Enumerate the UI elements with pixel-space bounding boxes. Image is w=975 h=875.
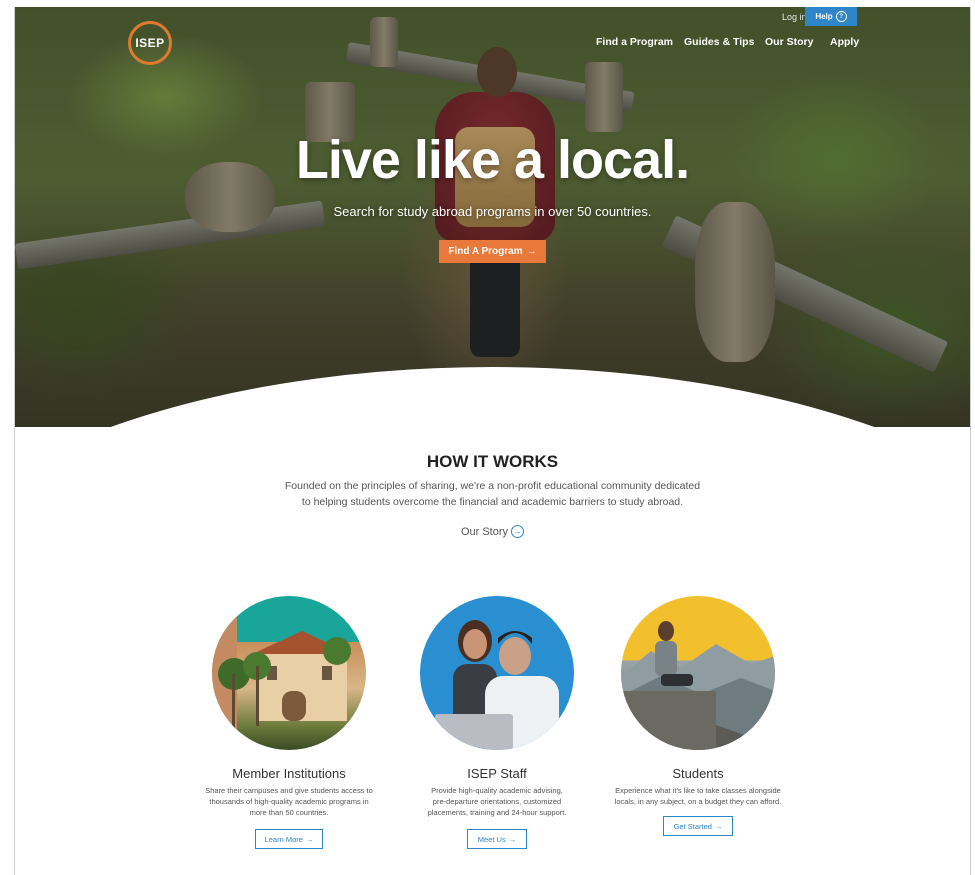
- card-description-line: Share their campuses and give students a…: [205, 786, 373, 795]
- nav-apply[interactable]: Apply: [830, 36, 859, 48]
- learn-more-label: Learn More: [264, 834, 303, 844]
- card-description-line: placements, training and 24-hour support…: [427, 808, 567, 817]
- meet-us-button[interactable]: Meet Us →: [467, 829, 527, 849]
- card-description-line: more than 50 countries.: [249, 808, 329, 817]
- nav-our-story[interactable]: Our Story: [765, 36, 813, 48]
- find-a-program-label: Find A Program: [448, 246, 523, 257]
- building-illustration: [212, 616, 352, 750]
- learn-more-button[interactable]: Learn More →: [255, 829, 323, 849]
- get-started-button[interactable]: Get Started →: [663, 816, 733, 836]
- meet-us-label: Meet Us: [477, 834, 506, 844]
- isep-logo[interactable]: ISEP: [128, 21, 172, 65]
- circle-arrow-icon: →: [511, 525, 525, 538]
- logo-text: ISEP: [135, 36, 165, 50]
- how-description-line: to helping students overcome the financi…: [301, 496, 684, 508]
- student-illustration: [621, 621, 775, 750]
- login-link[interactable]: Log in: [782, 12, 807, 22]
- arrow-right-icon: →: [714, 821, 723, 831]
- arrow-right-icon: →: [508, 834, 517, 844]
- staff-illustration: [435, 620, 559, 750]
- hero-title: Live like a local.: [295, 130, 690, 190]
- hero-subtitle: Search for study abroad programs in over…: [333, 204, 652, 219]
- get-started-label: Get Started: [673, 821, 712, 831]
- our-story-link[interactable]: Our Story →: [15, 525, 970, 538]
- nav-find-a-program[interactable]: Find a Program: [596, 36, 673, 48]
- card-title: Member Institutions: [232, 766, 346, 781]
- arrow-right-icon: →: [526, 246, 537, 257]
- help-label: Help: [815, 12, 833, 21]
- find-a-program-button[interactable]: Find A Program →: [439, 240, 546, 263]
- card-title: ISEP Staff: [467, 766, 527, 781]
- how-it-works-title: HOW IT WORKS: [426, 452, 559, 471]
- card-description-line: locals, in any subject, on a budget they…: [614, 797, 782, 806]
- card-description: Share their campuses and give students a…: [189, 785, 389, 818]
- our-story-label: Our Story: [460, 525, 509, 538]
- help-button[interactable]: Help ?: [805, 7, 857, 26]
- card-title: Students: [672, 766, 724, 781]
- card-description-line: Provide high-quality academic advising,: [431, 786, 563, 795]
- students-image: [621, 596, 775, 750]
- card-description-line: thousands of high-quality academic progr…: [209, 797, 369, 806]
- how-description-line: Founded on the principles of sharing, we…: [284, 480, 701, 492]
- page: ISEP Log in Help ? Find a Program Guides…: [14, 7, 971, 875]
- member-institutions-image: [212, 596, 366, 750]
- arrow-right-icon: →: [305, 834, 314, 844]
- nav-guides-tips[interactable]: Guides & Tips: [684, 36, 754, 48]
- how-it-works-description: Founded on the principles of sharing, we…: [245, 478, 740, 510]
- card-description: Provide high-quality academic advising, …: [397, 785, 597, 818]
- hero-banner: ISEP Log in Help ? Find a Program Guides…: [15, 7, 970, 427]
- help-icon: ?: [835, 11, 847, 22]
- card-description-line: Experience what it's like to take classe…: [615, 786, 781, 795]
- card-description-line: pre-departure orientations, customized: [432, 797, 562, 806]
- card-description: Experience what it's like to take classe…: [583, 785, 813, 807]
- isep-staff-image: [420, 596, 574, 750]
